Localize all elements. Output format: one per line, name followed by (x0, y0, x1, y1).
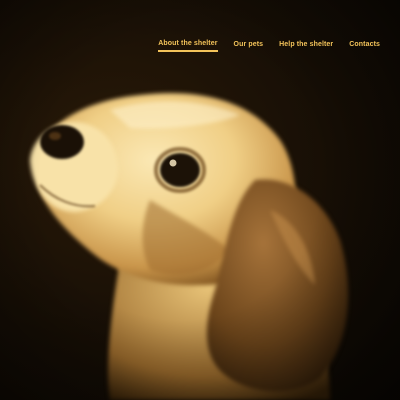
hero-puppy-image (30, 93, 349, 400)
nav-link-help-shelter[interactable]: Help the shelter (279, 41, 333, 51)
puppy-nose (40, 125, 84, 159)
nav-link-contacts[interactable]: Contacts (349, 41, 380, 51)
nav-link-our-pets[interactable]: Our pets (234, 41, 264, 51)
puppy-nose-highlight (49, 132, 61, 140)
page: About the shelter Our pets Help the shel… (0, 0, 400, 400)
main-navigation: About the shelter Our pets Help the shel… (158, 40, 380, 52)
puppy-eye-highlight (169, 159, 177, 167)
puppy-eye (160, 153, 200, 187)
nav-link-about-shelter[interactable]: About the shelter (158, 40, 218, 52)
